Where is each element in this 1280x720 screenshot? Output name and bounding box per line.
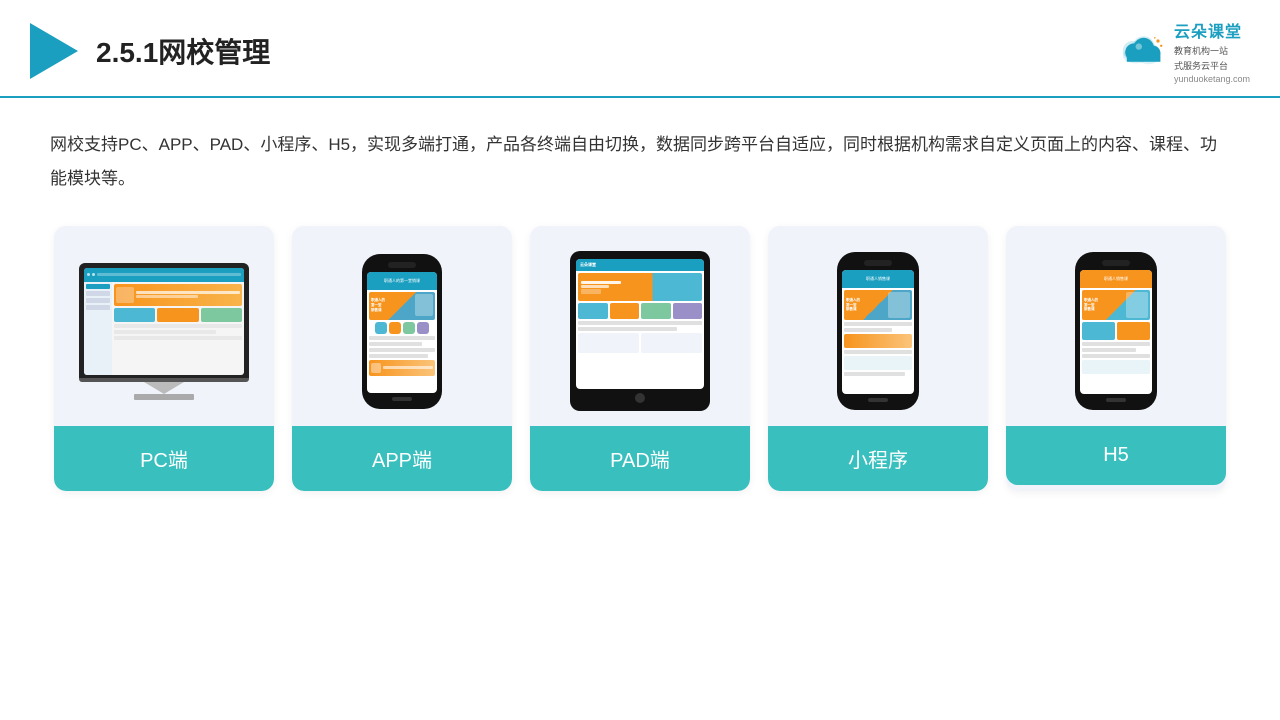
brand-sub1: 教育机构一站: [1174, 44, 1228, 57]
card-app: 职通人的第一堂销课 职通人的第一堂销售课: [292, 226, 512, 491]
content: 网校支持PC、APP、PAD、小程序、H5，实现多端打通，产品各终端自由切换，数…: [0, 98, 1280, 511]
pc-screen-outer: [79, 263, 249, 378]
app-phone-screen: 职通人的第一堂销课 职通人的第一堂销售课: [367, 272, 437, 393]
card-app-image: 职通人的第一堂销课 职通人的第一堂销售课: [292, 226, 512, 426]
description: 网校支持PC、APP、PAD、小程序、H5，实现多端打通，产品各终端自由切换，数…: [50, 128, 1230, 196]
miniprogram-phone-mock: 职通人销售课 职通人的第一堂销售课: [837, 252, 919, 410]
tablet-home-button: [635, 393, 645, 403]
header-left: 2.5.1网校管理: [30, 23, 270, 79]
brand-name: 云朵课堂: [1174, 18, 1242, 42]
miniprogram-phone-screen: 职通人销售课 职通人的第一堂销售课: [842, 270, 914, 394]
card-h5-label: H5: [1006, 426, 1226, 485]
card-miniprogram-image: 职通人销售课 职通人的第一堂销售课: [768, 226, 988, 426]
card-miniprogram-label: 小程序: [768, 426, 988, 491]
page-title: 2.5.1网校管理: [96, 31, 270, 71]
app-phone-mock: 职通人的第一堂销课 职通人的第一堂销售课: [362, 254, 442, 409]
card-app-label: APP端: [292, 426, 512, 491]
cloud-icon: [1118, 33, 1166, 69]
tablet-screen: 云朵课堂: [576, 259, 704, 389]
h5-phone-screen: 职通人销售课 职通人的第一堂销售课: [1080, 270, 1152, 394]
card-pad-label: PAD端: [530, 426, 750, 491]
header: 2.5.1网校管理: [0, 0, 1280, 98]
card-h5: 职通人销售课 职通人的第一堂销售课: [1006, 226, 1226, 491]
h5-phone-notch: [1102, 260, 1130, 266]
pc-base: [134, 394, 194, 400]
logo-triangle-icon: [30, 23, 78, 79]
phone-notch: [388, 262, 416, 268]
header-right: 云朵课堂 教育机构一站 式服务云平台 yunduoketang.com: [1118, 18, 1250, 84]
pc-mock: [79, 263, 249, 400]
card-pad: 云朵课堂: [530, 226, 750, 491]
pc-stand-top: [144, 382, 184, 394]
pc-screen-inner: [84, 268, 244, 375]
h5-home-bar: [1106, 398, 1126, 402]
cards-row: PC端 职通人的第一堂销课 职通人的第一堂销售课: [50, 226, 1230, 491]
card-pad-image: 云朵课堂: [530, 226, 750, 426]
brand-url: yunduoketang.com: [1174, 74, 1250, 84]
phone-home-bar: [392, 397, 412, 401]
card-h5-image: 职通人销售课 职通人的第一堂销售课: [1006, 226, 1226, 426]
brand-sub2: 式服务云平台: [1174, 59, 1228, 72]
card-pc-image: [54, 226, 274, 426]
h5-phone-mock: 职通人销售课 职通人的第一堂销售课: [1075, 252, 1157, 410]
tablet-mock: 云朵课堂: [570, 251, 710, 411]
card-pc-label: PC端: [54, 426, 274, 491]
miniprogram-home-bar: [868, 398, 888, 402]
miniprogram-phone-notch: [864, 260, 892, 266]
brand-text: 云朵课堂 教育机构一站 式服务云平台 yunduoketang.com: [1174, 18, 1250, 84]
card-pc: PC端: [54, 226, 274, 491]
card-miniprogram: 职通人销售课 职通人的第一堂销售课: [768, 226, 988, 491]
brand-logo: 云朵课堂 教育机构一站 式服务云平台 yunduoketang.com: [1118, 18, 1250, 84]
